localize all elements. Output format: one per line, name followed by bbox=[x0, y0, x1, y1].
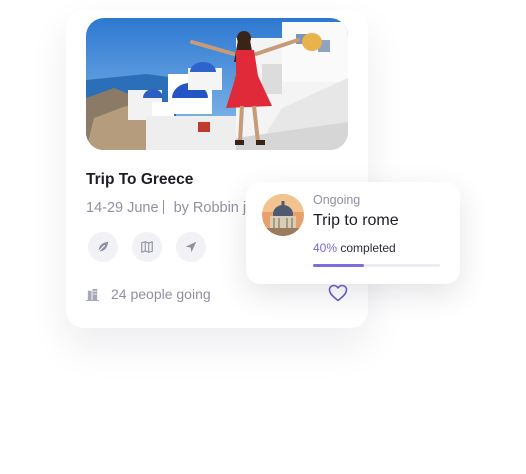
ongoing-title: Trip to rome bbox=[313, 212, 399, 229]
trip-title: Trip To Greece bbox=[86, 171, 194, 188]
ongoing-trip-card[interactable]: Ongoing Trip to rome 40% completed bbox=[246, 182, 460, 284]
trip-dates: 14-29 June bbox=[86, 200, 159, 216]
progress-percent: 40% bbox=[313, 241, 338, 255]
trip-organizer: by Robbin jo bbox=[173, 200, 255, 216]
heart-icon[interactable] bbox=[328, 284, 348, 302]
navigation-icon-button[interactable] bbox=[176, 232, 206, 262]
screen: Trip To Greece 14-29 June by Robbin jo 2… bbox=[0, 0, 526, 474]
attendees-count: 24 people going bbox=[111, 286, 211, 302]
navigation-icon bbox=[185, 241, 197, 253]
trip-action-icons bbox=[88, 232, 206, 262]
attendees-row: 24 people going bbox=[86, 286, 211, 302]
trip-meta: 14-29 June by Robbin jo bbox=[86, 200, 254, 216]
map-icon-button[interactable] bbox=[132, 232, 162, 262]
progress-suffix: completed bbox=[337, 241, 396, 255]
leaf-icon-button[interactable] bbox=[88, 232, 118, 262]
progress-bar bbox=[313, 264, 440, 267]
building-icon bbox=[86, 288, 99, 301]
map-icon bbox=[141, 241, 153, 253]
progress-fill bbox=[313, 264, 364, 267]
ongoing-status: Ongoing bbox=[313, 193, 361, 207]
progress-label: 40% completed bbox=[313, 241, 396, 255]
leaf-icon bbox=[98, 241, 109, 252]
meta-divider bbox=[162, 200, 164, 214]
rome-avatar bbox=[262, 194, 304, 236]
trip-photo bbox=[86, 18, 348, 150]
